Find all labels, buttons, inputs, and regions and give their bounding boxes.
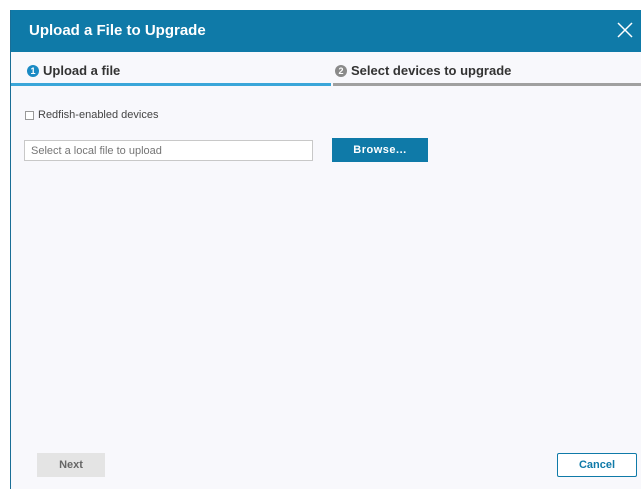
next-button[interactable]: Next <box>37 453 105 477</box>
browse-button[interactable]: Browse... <box>332 138 428 162</box>
dialog-titlebar: Upload a File to Upgrade <box>11 10 641 52</box>
step-select-devices[interactable]: 2 Select devices to upgrade <box>333 52 641 86</box>
file-path-input[interactable] <box>24 140 313 161</box>
step-upload-file[interactable]: 1 Upload a file <box>11 52 331 86</box>
close-icon[interactable] <box>614 19 636 41</box>
redfish-option: Redfish-enabled devices <box>25 109 158 121</box>
redfish-checkbox[interactable] <box>25 110 34 120</box>
step-number-badge: 2 <box>335 65 347 77</box>
dialog-title: Upload a File to Upgrade <box>29 22 206 39</box>
step-label: Select devices to upgrade <box>351 63 512 78</box>
redfish-checkbox-label: Redfish-enabled devices <box>38 109 159 121</box>
upload-dialog: Upload a File to Upgrade 1 Upload a file … <box>10 10 641 489</box>
step-progress-bar <box>11 83 331 86</box>
cancel-button[interactable]: Cancel <box>557 453 637 477</box>
step-progress-bar <box>333 83 641 86</box>
step-label: Upload a file <box>43 63 121 78</box>
step-number-badge: 1 <box>27 65 39 77</box>
